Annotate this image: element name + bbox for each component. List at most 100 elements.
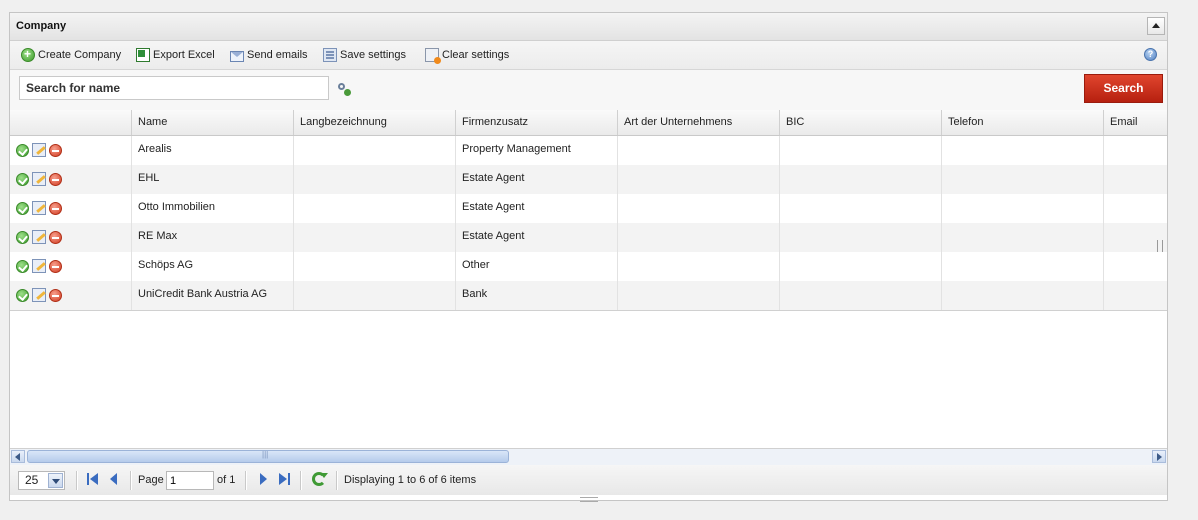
- column-header-firmenzusatz[interactable]: Firmenzusatz: [456, 110, 618, 135]
- divider: [336, 471, 337, 490]
- cell-bic: [780, 194, 942, 223]
- page-size-select[interactable]: 25: [18, 471, 65, 490]
- cell-tel: [942, 136, 1104, 165]
- column-header-telefon[interactable]: Telefon: [942, 110, 1104, 135]
- cell-tel: [942, 223, 1104, 252]
- divider: [130, 471, 131, 490]
- company-grid: Name Langbezeichnung Firmenzusatz Art de…: [10, 110, 1167, 449]
- table-row[interactable]: Otto Immobilien Estate Agent: [10, 194, 1167, 223]
- toolbar: Create Company Export Excel Send emails …: [10, 41, 1167, 70]
- delete-icon[interactable]: [49, 230, 62, 244]
- edit-icon[interactable]: [32, 259, 46, 273]
- cell-tel: [942, 165, 1104, 194]
- cell-name: UniCredit Bank Austria AG: [132, 281, 294, 310]
- display-info: Displaying 1 to 6 of 6 items: [344, 474, 477, 486]
- panel-resize-handle[interactable]: [580, 497, 598, 502]
- row-actions: [10, 252, 132, 281]
- column-header-email[interactable]: Email: [1104, 110, 1167, 135]
- edit-icon[interactable]: [32, 288, 46, 302]
- grid-rows-end-line: [10, 310, 1167, 311]
- cell-art: [618, 281, 780, 310]
- cell-art: [618, 194, 780, 223]
- help-icon[interactable]: ?: [1144, 48, 1157, 61]
- search-options-icon[interactable]: [338, 83, 351, 96]
- delete-icon[interactable]: [49, 172, 62, 186]
- cell-bic: [780, 223, 942, 252]
- chevron-down-icon[interactable]: [48, 473, 63, 488]
- add-icon: [21, 47, 35, 62]
- company-panel: Company Create Company Export Excel Send…: [9, 12, 1168, 502]
- send-emails-button[interactable]: Send emails: [230, 47, 308, 63]
- export-excel-button[interactable]: Export Excel: [136, 47, 215, 63]
- cell-zusatz: Other: [456, 252, 618, 281]
- refresh-icon[interactable]: [312, 472, 328, 486]
- create-company-button[interactable]: Create Company: [21, 47, 121, 63]
- table-row[interactable]: Schöps AG Other: [10, 252, 1167, 281]
- cell-lang: [294, 252, 456, 281]
- cell-zusatz: Estate Agent: [456, 165, 618, 194]
- column-header-art[interactable]: Art der Unternehmens: [618, 110, 780, 135]
- save-settings-label: Save settings: [340, 49, 407, 61]
- column-header-bic[interactable]: BIC: [780, 110, 942, 135]
- cell-art: [618, 223, 780, 252]
- approve-icon[interactable]: [16, 172, 29, 186]
- pagination-bar: 25 Page of 1 Displaying 1 to 6 of 6 item…: [10, 465, 1167, 495]
- cell-lang: [294, 194, 456, 223]
- clear-settings-button[interactable]: Clear settings: [425, 47, 509, 64]
- scroll-right-icon[interactable]: [1152, 450, 1166, 463]
- row-actions: [10, 165, 132, 194]
- cell-email: [1104, 194, 1167, 223]
- cell-zusatz: Estate Agent: [456, 223, 618, 252]
- panel-titlebar: Company: [10, 13, 1167, 41]
- save-settings-button[interactable]: Save settings: [323, 47, 406, 63]
- previous-page-icon[interactable]: [108, 473, 120, 486]
- table-row[interactable]: Arealis Property Management: [10, 136, 1167, 165]
- search-button[interactable]: Search: [1084, 74, 1163, 103]
- search-row: Search: [10, 70, 1167, 111]
- edit-icon[interactable]: [32, 230, 46, 244]
- scrollbar-thumb[interactable]: [27, 450, 509, 463]
- table-row[interactable]: RE Max Estate Agent: [10, 223, 1167, 252]
- last-page-icon[interactable]: [278, 473, 290, 486]
- first-page-icon[interactable]: [87, 473, 99, 486]
- approve-icon[interactable]: [16, 259, 29, 273]
- collapse-button[interactable]: [1147, 17, 1165, 35]
- cell-tel: [942, 252, 1104, 281]
- cell-name: Otto Immobilien: [132, 194, 294, 223]
- cell-zusatz: Estate Agent: [456, 194, 618, 223]
- column-header-name[interactable]: Name: [132, 110, 294, 135]
- delete-icon[interactable]: [49, 201, 62, 215]
- cell-name: EHL: [132, 165, 294, 194]
- horizontal-scrollbar[interactable]: [10, 448, 1167, 466]
- row-actions: [10, 281, 132, 310]
- page-number-input[interactable]: [166, 471, 214, 490]
- next-page-icon[interactable]: [258, 473, 270, 486]
- approve-icon[interactable]: [16, 230, 29, 244]
- column-resize-grip[interactable]: [1157, 240, 1163, 252]
- column-header-langbezeichnung[interactable]: Langbezeichnung: [294, 110, 456, 135]
- row-actions: [10, 223, 132, 252]
- table-row[interactable]: EHL Estate Agent: [10, 165, 1167, 194]
- approve-icon[interactable]: [16, 143, 29, 157]
- approve-icon[interactable]: [16, 288, 29, 302]
- approve-icon[interactable]: [16, 201, 29, 215]
- scroll-left-icon[interactable]: [11, 450, 25, 463]
- row-actions: [10, 136, 132, 165]
- search-input[interactable]: [19, 76, 329, 100]
- cell-lang: [294, 281, 456, 310]
- table-row[interactable]: UniCredit Bank Austria AG Bank: [10, 281, 1167, 310]
- edit-icon[interactable]: [32, 172, 46, 186]
- delete-icon[interactable]: [49, 143, 62, 157]
- cell-bic: [780, 281, 942, 310]
- edit-icon[interactable]: [32, 201, 46, 215]
- delete-icon[interactable]: [49, 259, 62, 273]
- edit-icon[interactable]: [32, 143, 46, 157]
- cell-tel: [942, 194, 1104, 223]
- cell-zusatz: Bank: [456, 281, 618, 310]
- divider: [245, 471, 246, 490]
- clear-settings-icon: [425, 48, 441, 64]
- cell-lang: [294, 165, 456, 194]
- delete-icon[interactable]: [49, 288, 62, 302]
- cell-zusatz: Property Management: [456, 136, 618, 165]
- send-emails-label: Send emails: [247, 49, 308, 61]
